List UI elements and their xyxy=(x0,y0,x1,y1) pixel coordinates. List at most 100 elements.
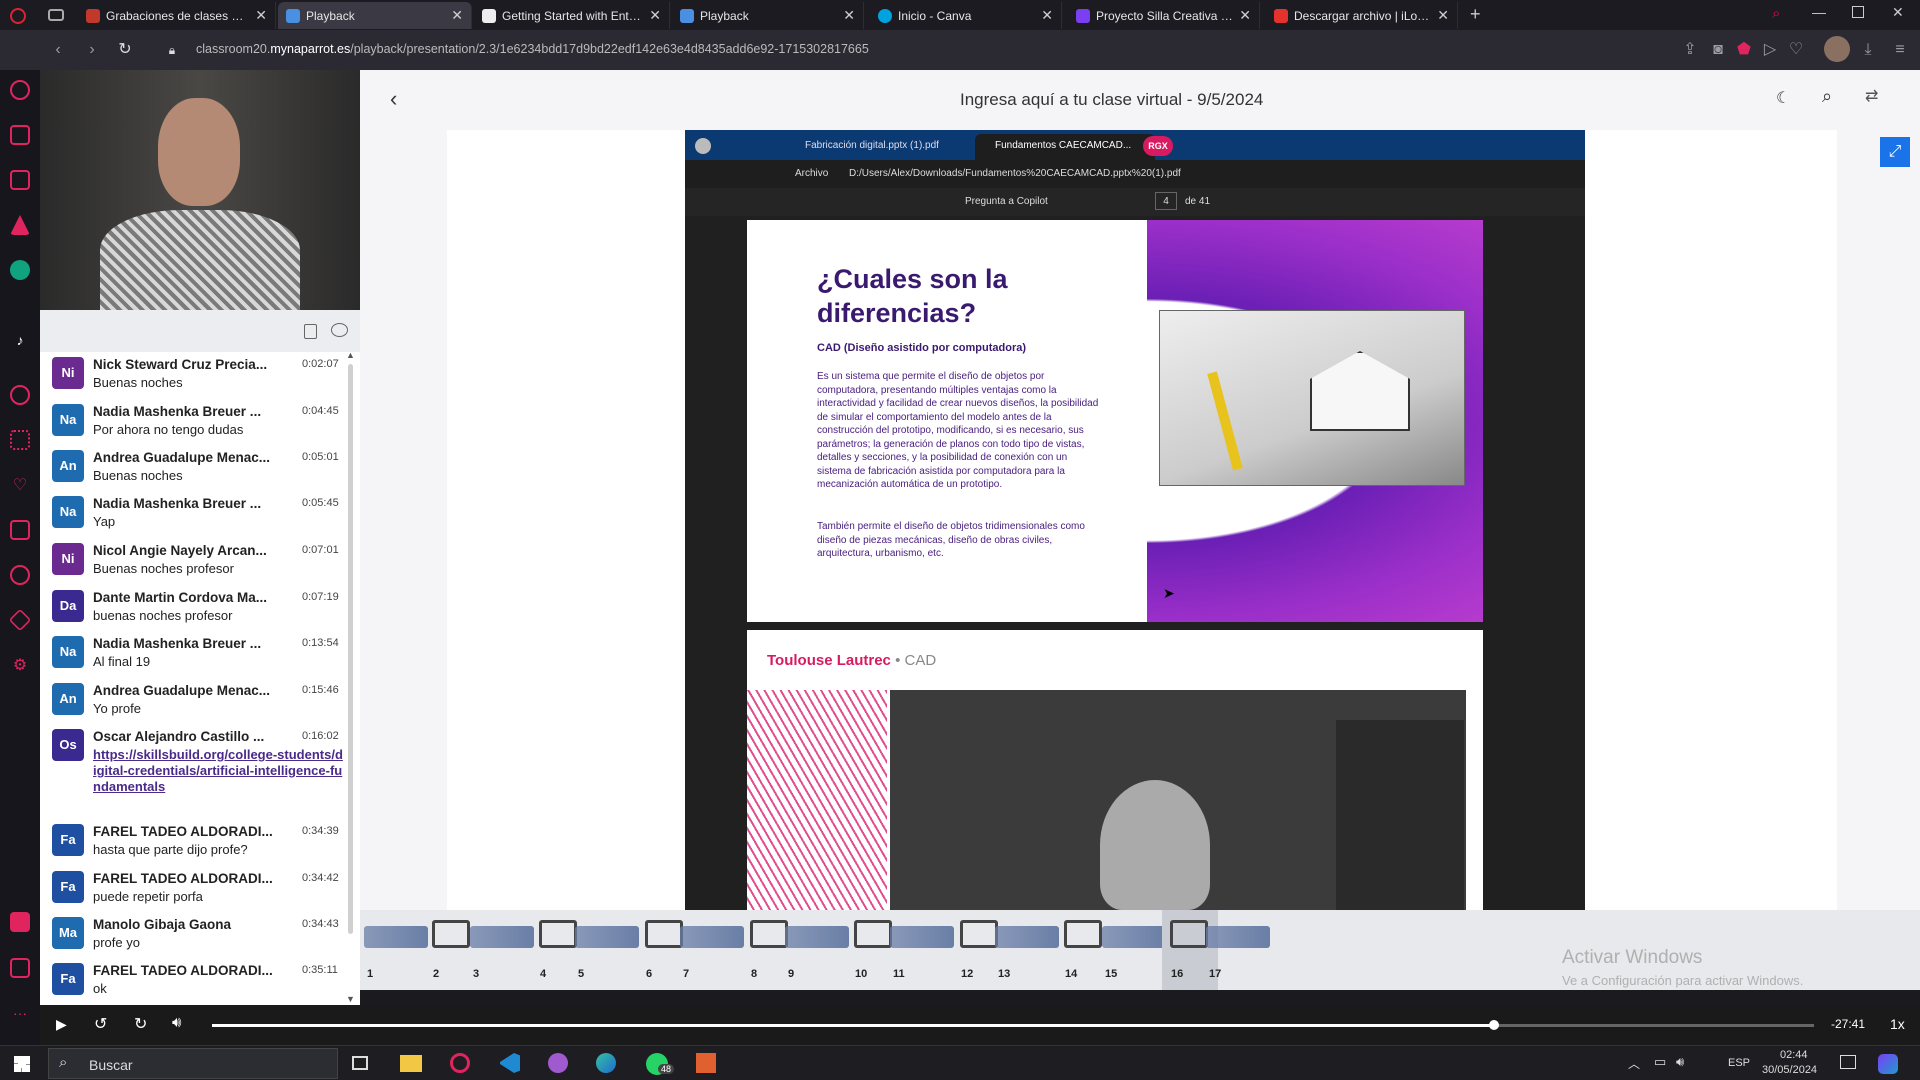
chat-timestamp[interactable]: 0:34:42 xyxy=(302,872,339,884)
grid-icon[interactable] xyxy=(10,430,30,450)
image-icon[interactable] xyxy=(10,958,30,978)
heart-icon[interactable]: ♡ xyxy=(10,475,30,495)
copy-icon[interactable] xyxy=(304,324,317,339)
close-icon[interactable]: ✕ xyxy=(843,7,855,24)
play-icon[interactable]: ▷ xyxy=(1760,40,1780,60)
close-icon[interactable]: ✕ xyxy=(649,7,661,24)
chat-timestamp[interactable]: 0:15:46 xyxy=(302,684,339,696)
share-icon[interactable]: ⇪ xyxy=(1680,40,1700,60)
slide-thumbnail[interactable] xyxy=(1102,916,1166,956)
language-indicator[interactable]: ESP xyxy=(1728,1057,1750,1069)
restore-icon[interactable] xyxy=(1852,6,1864,18)
clock-date[interactable]: 30/05/2024 xyxy=(1762,1064,1817,1076)
app-icon[interactable] xyxy=(696,1053,716,1073)
url-field[interactable]: classroom20.mynaparrot.es/playback/prese… xyxy=(196,42,869,56)
progress-handle[interactable] xyxy=(1488,1020,1499,1030)
opera-taskbar-icon[interactable] xyxy=(450,1053,470,1073)
chat-timestamp[interactable]: 0:04:45 xyxy=(302,405,339,417)
sidebar-app-icon[interactable] xyxy=(10,912,30,932)
close-icon[interactable]: ✕ xyxy=(451,7,463,24)
back-icon[interactable]: ‹ xyxy=(48,40,68,60)
taskbar-search[interactable]: ⌕ Buscar xyxy=(48,1048,338,1079)
play-icon[interactable]: ▶ xyxy=(56,1016,67,1033)
history-icon[interactable] xyxy=(10,565,30,585)
slide-thumbnail[interactable] xyxy=(1206,916,1270,956)
speed-button[interactable]: 1x xyxy=(1890,1016,1905,1032)
chat-timestamp[interactable]: 0:16:02 xyxy=(302,730,339,742)
tab-ilovepdf[interactable]: Descargar archivo | iLovePD ✕ xyxy=(1266,2,1458,29)
close-icon[interactable]: ✕ xyxy=(1239,7,1251,24)
forward-icon[interactable]: › xyxy=(82,40,102,60)
close-icon[interactable]: ✕ xyxy=(1437,7,1449,24)
reload-icon[interactable]: ↻ xyxy=(115,40,135,60)
new-tab-icon[interactable]: + xyxy=(1470,4,1481,25)
tab-canva[interactable]: Inicio - Canva ✕ xyxy=(870,2,1062,29)
browser-menu-icon[interactable] xyxy=(10,8,26,24)
download-icon[interactable]: ⤓ xyxy=(1858,40,1878,60)
camera-icon[interactable]: ◙ xyxy=(1708,40,1728,60)
cube-icon[interactable] xyxy=(8,608,32,632)
tab-list-icon[interactable] xyxy=(48,9,64,21)
chat-timestamp[interactable]: 0:13:54 xyxy=(302,637,339,649)
edge-icon[interactable] xyxy=(596,1053,616,1073)
dark-mode-icon[interactable]: ☾ xyxy=(1776,88,1790,108)
chat-timestamp[interactable]: 0:02:07 xyxy=(302,358,339,370)
bag-icon[interactable] xyxy=(10,125,30,145)
search-icon[interactable]: ⌕ xyxy=(1822,86,1832,107)
calendar-icon[interactable] xyxy=(10,170,30,190)
heart-icon[interactable]: ♡ xyxy=(1786,40,1806,60)
file-explorer-icon[interactable] xyxy=(400,1055,422,1072)
volume-tray-icon[interactable]: 🔊︎ xyxy=(1676,1054,1684,1070)
github-icon[interactable] xyxy=(548,1053,568,1073)
edit-icon[interactable] xyxy=(10,520,30,540)
tiktok-icon[interactable]: ♪ xyxy=(10,332,30,352)
chat-timestamp[interactable]: 0:35:11 xyxy=(302,964,338,976)
network-icon[interactable]: ▭ xyxy=(1654,1054,1666,1070)
tab-silla-creativa[interactable]: Proyecto Silla Creativa - Pr ✕ xyxy=(1068,2,1260,29)
close-icon[interactable]: ✕ xyxy=(1041,7,1053,24)
vscode-icon[interactable] xyxy=(500,1053,520,1073)
clock-time[interactable]: 02:44 xyxy=(1780,1049,1808,1061)
close-icon[interactable]: ✕ xyxy=(255,7,267,24)
chat-bubble-icon[interactable] xyxy=(331,323,348,337)
chat-timestamp[interactable]: 0:05:01 xyxy=(302,451,339,463)
chevron-down-icon[interactable]: ▼ xyxy=(346,994,355,1004)
slide-thumbnail[interactable] xyxy=(890,916,954,956)
tab-playback-active[interactable]: Playback ✕ xyxy=(278,2,472,29)
chat-scrollbar[interactable] xyxy=(348,364,353,934)
slide-thumbnail[interactable] xyxy=(680,916,744,956)
chat-link[interactable]: https://skillsbuild.org/college-students… xyxy=(93,747,343,795)
chatgpt-icon[interactable] xyxy=(10,260,30,280)
windows-start-icon[interactable] xyxy=(14,1056,30,1072)
tab-getting-started[interactable]: Getting Started with Enterp ✕ xyxy=(474,2,670,29)
player-icon[interactable] xyxy=(10,385,30,405)
settings-icon[interactable]: ⚙ xyxy=(10,655,30,675)
speed-dial-icon[interactable] xyxy=(10,80,30,100)
tray-chevron-icon[interactable]: ︿ xyxy=(1628,1055,1640,1072)
swap-icon[interactable]: ⇄ xyxy=(1865,86,1878,106)
adblock-icon[interactable]: ⬟ xyxy=(1734,40,1754,60)
rewind-icon[interactable]: ↺ xyxy=(94,1014,107,1034)
minimize-icon[interactable]: — xyxy=(1812,4,1826,20)
copilot-icon[interactable] xyxy=(1878,1054,1898,1074)
slide-thumbnail[interactable] xyxy=(575,916,639,956)
slide-thumbnail[interactable] xyxy=(785,916,849,956)
aria-icon[interactable] xyxy=(10,215,30,235)
tab-playback-2[interactable]: Playback ✕ xyxy=(672,2,864,29)
slide-thumbnail[interactable] xyxy=(995,916,1059,956)
chat-timestamp[interactable]: 0:34:39 xyxy=(302,825,339,837)
profile-avatar[interactable] xyxy=(1824,36,1850,62)
volume-icon[interactable]: 🔊︎ xyxy=(172,1014,181,1031)
search-tabs-icon[interactable]: ⌕ xyxy=(1772,5,1780,22)
chevron-up-icon[interactable]: ▲ xyxy=(346,350,355,360)
notification-icon[interactable] xyxy=(1840,1055,1856,1069)
forward-icon[interactable]: ↻ xyxy=(134,1014,147,1034)
tab-grabaciones[interactable]: Grabaciones de clases ante ✕ xyxy=(78,2,276,29)
slide-thumbnail[interactable] xyxy=(364,916,428,956)
chat-timestamp[interactable]: 0:07:01 xyxy=(302,544,339,556)
window-close-icon[interactable]: ✕ xyxy=(1892,4,1904,21)
chat-timestamp[interactable]: 0:07:19 xyxy=(302,591,339,603)
task-view-icon[interactable] xyxy=(352,1056,368,1070)
chat-timestamp[interactable]: 0:05:45 xyxy=(302,497,339,509)
chat-timestamp[interactable]: 0:34:43 xyxy=(302,918,339,930)
